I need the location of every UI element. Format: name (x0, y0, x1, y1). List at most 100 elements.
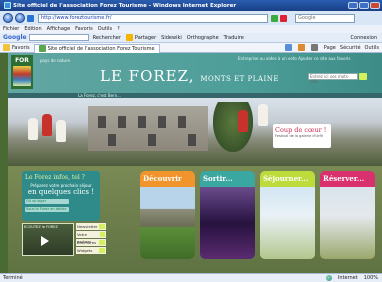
address-toolbar: ‹ › http://www.foreztourisme.fr/ Google (0, 11, 382, 25)
dancer-figure (238, 110, 248, 132)
site-brand: LE FOREZ, MONTS ET PLAINE (100, 67, 279, 85)
window-titlebar: Site officiel de l'association Forez Tou… (0, 0, 382, 11)
play-icon[interactable] (41, 236, 49, 246)
tab-active[interactable]: Site officiel de l'association Forez Tou… (33, 43, 160, 53)
signin-link[interactable]: Connexion (351, 35, 377, 41)
status-bar: Terminé Internet 100% (0, 273, 382, 282)
print-icon[interactable] (310, 44, 318, 51)
card-title: Découvrir (143, 174, 182, 183)
security-menu[interactable]: Sécurité (340, 45, 361, 51)
dancer-figure (28, 118, 38, 140)
refresh-icon[interactable] (271, 14, 278, 22)
menu-item[interactable]: ? (117, 26, 120, 32)
dancer-figure (258, 104, 268, 126)
close-button[interactable] (370, 2, 380, 9)
site-logo[interactable]: FOR (11, 55, 33, 89)
page-menu[interactable]: Page (324, 45, 336, 51)
card-reserver[interactable]: Réserver... (320, 171, 375, 259)
logo-text: FOR (15, 57, 29, 64)
info-title: Le Forez infos, tel ? (25, 174, 85, 181)
tab-favicon (38, 45, 46, 52)
share-button[interactable]: Partager (135, 35, 156, 41)
status-right: Internet 100% (325, 275, 382, 281)
bottom-section: Le Forez infos, tel ? Préparez votre pro… (8, 166, 382, 273)
page-icon (27, 14, 34, 22)
zone-label: Internet (337, 275, 358, 281)
card-title: Réserver... (323, 174, 365, 183)
lodging-select[interactable]: Où se loger (25, 199, 69, 204)
globe-icon (325, 275, 332, 281)
translate-button[interactable]: Traduire (224, 35, 244, 41)
feeds-icon[interactable] (297, 44, 305, 51)
favorites-button[interactable]: Favoris (12, 45, 30, 51)
menu-item[interactable]: Affichage (47, 26, 71, 32)
forward-button[interactable]: › (15, 13, 25, 23)
brand-subtitle: MONTS ET PLAINE (200, 75, 279, 83)
info-panel: Le Forez infos, tel ? Préparez votre pro… (22, 171, 100, 221)
home-icon[interactable] (284, 44, 292, 51)
address-input[interactable]: http://www.foreztourisme.fr/ (38, 13, 268, 23)
coup-de-coeur-text: Festival de la galerie d'Urfé (275, 134, 323, 138)
card-photo (200, 187, 255, 259)
search-input[interactable]: Google (295, 13, 355, 23)
chateau-image (88, 106, 208, 151)
google-toolbar: Google Rechercher Partager Sidewiki Orth… (0, 33, 382, 43)
menu-bar: Fichier Edition Affichage Favoris Outils… (0, 25, 382, 33)
card-decouvrir[interactable]: Découvrir (140, 171, 195, 259)
card-title: Sortir... (203, 174, 233, 183)
stop-icon[interactable] (280, 14, 287, 22)
google-search-button[interactable]: Rechercher (93, 35, 121, 41)
video-label: ECOUTEZ le FOREZ (24, 225, 58, 229)
dancer-figure (56, 120, 66, 142)
card-sortir[interactable]: Sortir... (200, 171, 255, 259)
sidewiki-button[interactable]: Sidewiki (161, 35, 182, 41)
maximize-button[interactable] (359, 2, 369, 9)
header-links[interactable]: Entreprise ou aides à un veto Ajouter ce… (238, 56, 350, 61)
coup-de-coeur-title: Coup de cœur ! (275, 126, 327, 134)
video-player[interactable]: ECOUTEZ le FOREZ (22, 223, 74, 256)
card-photo (260, 187, 315, 259)
partner-link[interactable]: Votre partner (76, 231, 106, 244)
zoom-level[interactable]: 100% (364, 275, 378, 281)
mini-links: Newsletter Votre partner Brochures Widge… (76, 223, 106, 255)
site-search-input[interactable]: Entrez ici vos mots-clés (308, 73, 358, 84)
back-button[interactable]: ‹ (3, 13, 13, 23)
tools-menu[interactable]: Outils (365, 45, 379, 51)
card-sejourner[interactable]: Séjourner... (260, 171, 315, 259)
window-controls (348, 2, 380, 9)
command-bar: Page Sécurité Outils (284, 44, 382, 51)
card-photo (320, 187, 375, 259)
card-photo (140, 187, 195, 259)
brand-title: LE FOREZ, (100, 67, 195, 85)
window-title: Site officiel de l'association Forez Tou… (13, 2, 237, 9)
tab-bar: Favoris Site officiel de l'association F… (0, 43, 382, 53)
hero-photo: Coup de cœur ! Festival de la galerie d'… (8, 98, 382, 166)
favorites-star-icon[interactable] (3, 44, 10, 51)
menu-item[interactable]: Edition (24, 26, 41, 32)
info-main: en quelques clics ! (27, 188, 95, 196)
spellcheck-button[interactable]: Orthographe (187, 35, 219, 41)
logo-graphic (13, 66, 31, 86)
google-label: Google (3, 34, 27, 41)
ie-icon (4, 2, 11, 9)
tab-label: Site officiel de l'association Forez Tou… (47, 45, 155, 52)
dancer-figure (42, 114, 52, 136)
menu-item[interactable]: Outils (98, 26, 112, 32)
site-search-button[interactable] (359, 73, 367, 80)
menu-item[interactable]: Favoris (75, 26, 93, 32)
left-strip (0, 53, 8, 273)
site-header: FOR pays de nature LE FOREZ, MONTS ET PL… (8, 53, 382, 93)
web-page: FOR pays de nature LE FOREZ, MONTS ET PL… (0, 53, 382, 273)
site-tagline: pays de nature (40, 58, 71, 63)
google-search-input[interactable] (28, 34, 89, 41)
card-title: Séjourner... (263, 174, 309, 183)
coup-de-coeur-box[interactable]: Coup de cœur ! Festival de la galerie d'… (273, 124, 331, 148)
brochures-link[interactable]: Brochures (76, 239, 106, 246)
star-icon[interactable] (125, 34, 133, 41)
minimize-button[interactable] (348, 2, 358, 9)
status-text: Terminé (3, 275, 23, 281)
tables-select[interactable]: Sous le Forez en tables (25, 207, 69, 212)
newsletter-link[interactable]: Newsletter (76, 223, 106, 230)
widgets-link[interactable]: Widgets (76, 247, 106, 254)
menu-item[interactable]: Fichier (3, 26, 19, 32)
